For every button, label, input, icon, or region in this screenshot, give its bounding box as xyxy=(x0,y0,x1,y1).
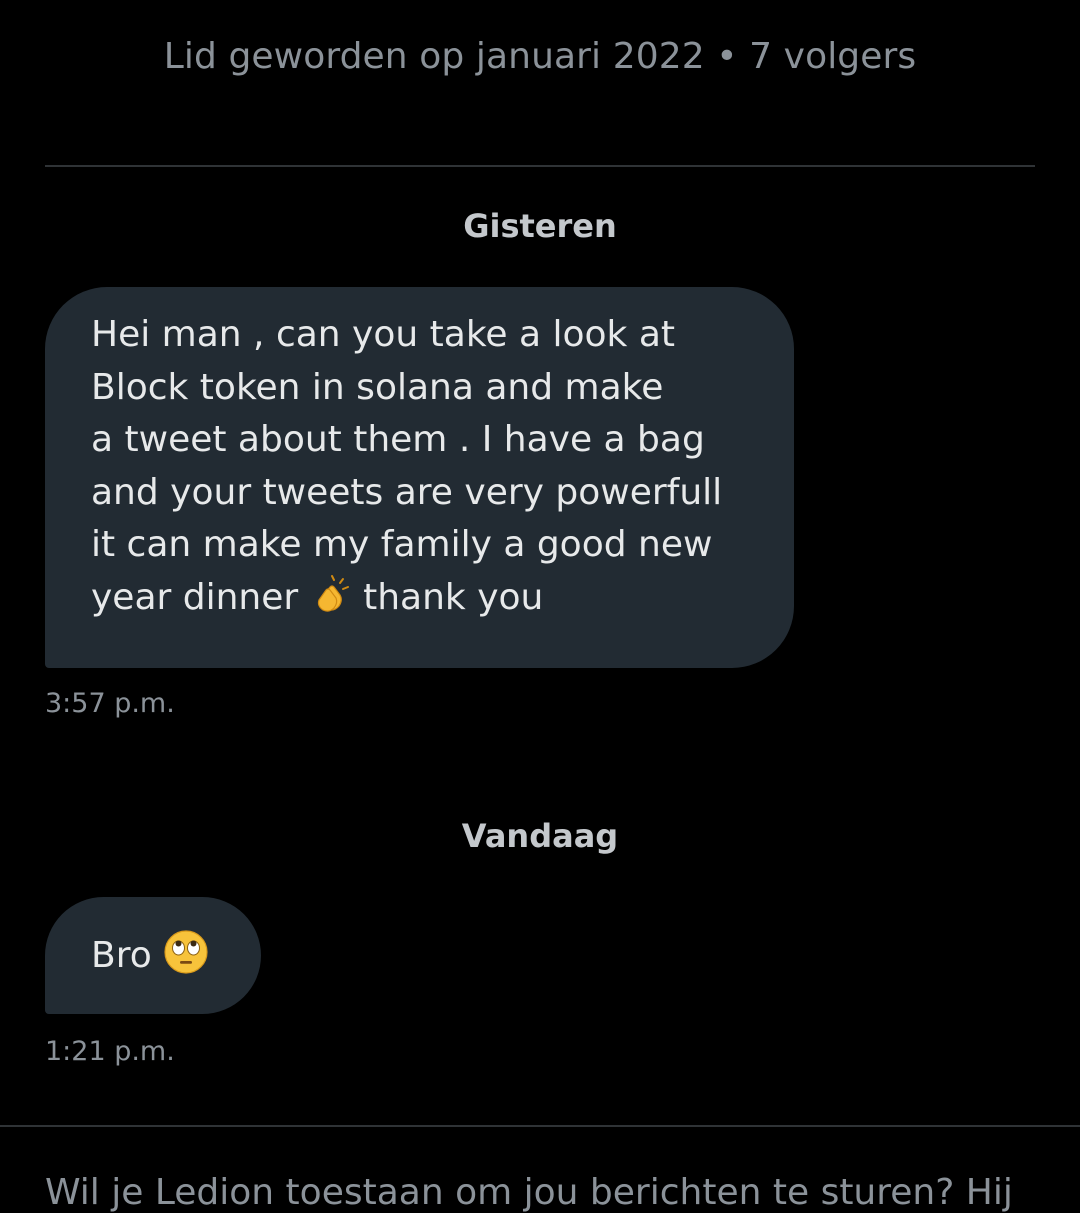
message-text: Bro xyxy=(91,935,152,976)
message-text: Hei man , can you take a look at Block t… xyxy=(91,314,723,618)
message-text-after: thank you xyxy=(363,576,544,618)
divider xyxy=(45,165,1035,167)
message-bubble[interactable]: Hei man , can you take a look at Block t… xyxy=(45,287,794,668)
message-request-text: Wil je Ledion toestaan om jou berichten … xyxy=(45,1172,1013,1213)
message-timestamp: 1:21 p.m. xyxy=(45,1036,175,1067)
clapping-hands-icon xyxy=(310,574,352,633)
message-bubble[interactable]: Bro xyxy=(45,897,261,1014)
profile-meta: Lid geworden op januari 2022 • 7 volgers xyxy=(163,36,917,77)
message-timestamp: 3:57 p.m. xyxy=(45,688,175,719)
face-with-rolling-eyes-icon xyxy=(163,929,209,991)
divider xyxy=(0,1125,1080,1127)
date-separator-yesterday: Gisteren xyxy=(463,207,617,245)
date-separator-today: Vandaag xyxy=(461,817,619,855)
